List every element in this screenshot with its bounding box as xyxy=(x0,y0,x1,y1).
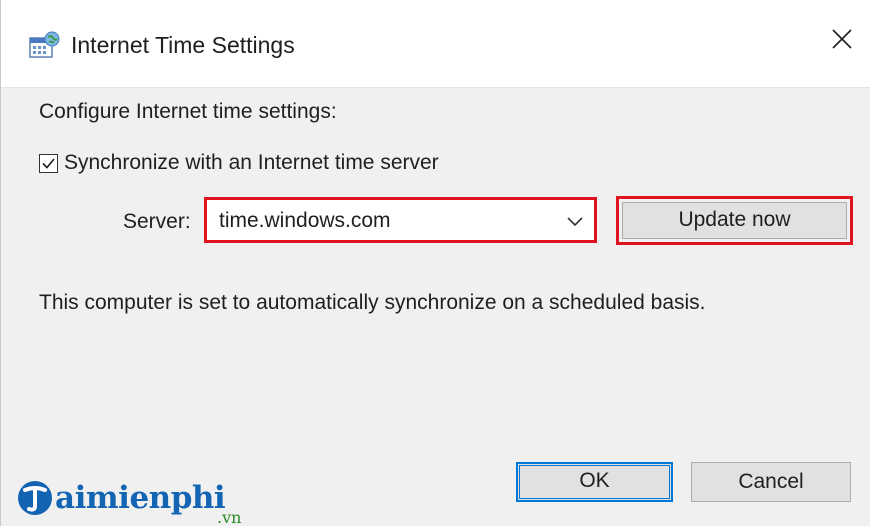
watermark-text: aimienphi xyxy=(55,480,226,516)
cancel-button[interactable]: Cancel xyxy=(691,462,851,502)
update-now-button[interactable]: Update now xyxy=(622,202,847,239)
sync-checkbox-label[interactable]: Synchronize with an Internet time server xyxy=(64,151,439,175)
checkmark-icon xyxy=(42,157,55,169)
title-bar: Internet Time Settings xyxy=(1,0,870,88)
server-input[interactable]: time.windows.com xyxy=(219,208,391,234)
settings-heading: Configure Internet time settings: xyxy=(39,100,337,123)
close-icon xyxy=(832,29,852,49)
server-label: Server: xyxy=(123,210,191,233)
watermark-logo: aimienphi .vn xyxy=(17,476,267,526)
update-now-highlight: Update now xyxy=(616,196,853,245)
ok-button[interactable]: OK xyxy=(516,462,673,502)
window-title: Internet Time Settings xyxy=(71,32,295,58)
sync-status-text: This computer is set to automatically sy… xyxy=(39,291,706,314)
watermark-t-icon xyxy=(18,481,52,515)
chevron-down-icon[interactable] xyxy=(566,214,584,228)
calendar-globe-icon xyxy=(29,31,61,59)
internet-time-settings-dialog: Internet Time Settings Configure Interne… xyxy=(0,0,870,526)
sync-row[interactable]: Synchronize with an Internet time server xyxy=(39,148,439,178)
ok-button-label: OK xyxy=(579,469,610,492)
server-combobox[interactable]: time.windows.com xyxy=(204,197,597,243)
sync-checkbox[interactable] xyxy=(39,153,58,173)
watermark-suffix: .vn xyxy=(217,508,242,527)
close-button[interactable] xyxy=(821,18,863,60)
